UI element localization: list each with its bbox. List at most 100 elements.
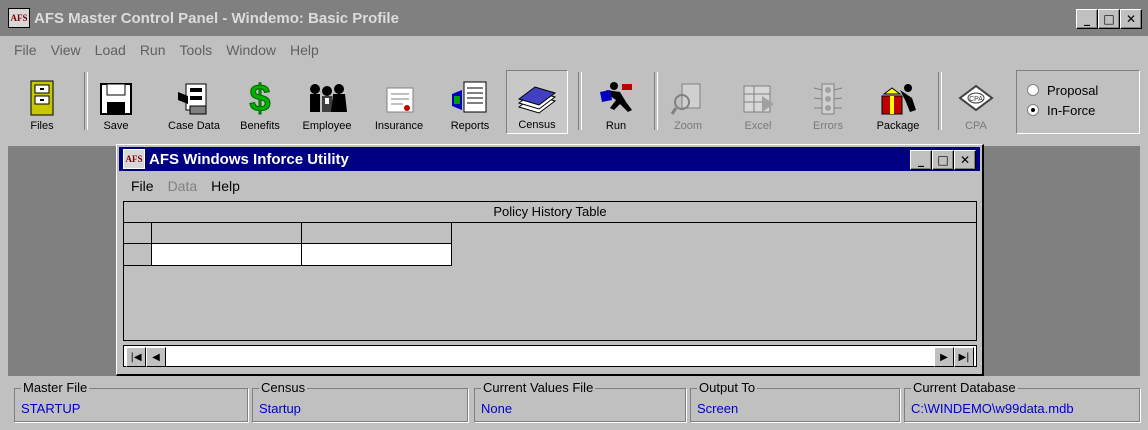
- grid-column-header[interactable]: [302, 223, 452, 244]
- benefits-button[interactable]: $ Benefits: [232, 70, 288, 134]
- package-label: Package: [876, 120, 920, 132]
- child-window-controls: _ □ ✕: [910, 150, 976, 170]
- menu-file[interactable]: File: [14, 42, 37, 58]
- svg-text:$: $: [249, 78, 270, 116]
- afs-logo-icon: AFS: [8, 8, 30, 28]
- excel-button[interactable]: Excel: [728, 70, 788, 134]
- toolbar-separator: [84, 72, 88, 130]
- save-button[interactable]: Save: [92, 70, 140, 134]
- excel-spreadsheet-icon: [743, 85, 774, 113]
- current-database-value: C:\WINDEMO\w99data.mdb: [911, 401, 1074, 416]
- files-label: Files: [30, 120, 54, 132]
- maximize-icon[interactable]: □: [1098, 9, 1120, 29]
- cpa-button[interactable]: CPA CPA: [946, 70, 1006, 134]
- output-to-field: Output To Screen: [690, 380, 900, 422]
- menu-view[interactable]: View: [51, 42, 81, 58]
- menu-window[interactable]: Window: [226, 42, 276, 58]
- child-menu-data[interactable]: Data: [168, 178, 198, 194]
- status-bar: Master File STARTUP Census Startup Curre…: [0, 378, 1148, 430]
- cpa-label: CPA: [965, 120, 987, 132]
- census-field: Census Startup: [252, 380, 468, 422]
- previous-record-icon[interactable]: ◀: [146, 347, 166, 367]
- menu-load[interactable]: Load: [95, 42, 126, 58]
- child-title-bar: AFS AFS Windows Inforce Utility _ □ ✕: [119, 147, 980, 171]
- files-cabinet-icon: [30, 80, 54, 116]
- case-data-label: Case Data: [168, 120, 220, 132]
- first-record-icon[interactable]: |◀: [126, 347, 146, 367]
- window-controls: _ □ ✕: [1076, 9, 1142, 29]
- insurance-label: Insurance: [374, 120, 424, 132]
- menu-tools[interactable]: Tools: [180, 42, 213, 58]
- in-force-radio[interactable]: In-Force: [1027, 100, 1139, 120]
- save-label: Save: [103, 120, 129, 132]
- proposal-label: Proposal: [1047, 82, 1099, 98]
- run-label: Run: [605, 120, 627, 132]
- reports-icon: [452, 81, 487, 113]
- close-icon[interactable]: ✕: [954, 150, 976, 170]
- package-button[interactable]: Package: [866, 70, 930, 134]
- case-data-button[interactable]: Case Data: [154, 70, 234, 134]
- child-menu-bar: File Data Help: [131, 178, 254, 194]
- grid-row-header[interactable]: [124, 244, 152, 266]
- zoom-label: Zoom: [673, 120, 703, 132]
- minimize-icon[interactable]: _: [1076, 9, 1098, 29]
- output-to-label: Output To: [697, 380, 758, 395]
- errors-signal-icon: [813, 83, 843, 115]
- run-button[interactable]: Run: [588, 70, 644, 134]
- child-window-title: AFS Windows Inforce Utility: [149, 150, 349, 168]
- reports-label: Reports: [450, 120, 490, 132]
- save-disk-icon: [100, 83, 132, 115]
- next-record-icon[interactable]: ▶: [934, 347, 954, 367]
- reports-button[interactable]: Reports: [442, 70, 498, 134]
- minimize-icon[interactable]: _: [910, 150, 932, 170]
- grid-title: Policy History Table: [124, 202, 976, 223]
- master-file-value: STARTUP: [21, 401, 81, 416]
- insurance-button[interactable]: Insurance: [366, 70, 432, 134]
- in-force-label: In-Force: [1047, 102, 1096, 118]
- current-values-label: Current Values File: [481, 380, 596, 395]
- current-database-label: Current Database: [911, 380, 1018, 395]
- excel-label: Excel: [744, 120, 772, 132]
- close-icon[interactable]: ✕: [1120, 9, 1142, 29]
- errors-button[interactable]: Errors: [800, 70, 856, 134]
- grid-row-header[interactable]: [124, 223, 152, 244]
- run-runner-icon: [600, 82, 632, 112]
- svg-text:CPA: CPA: [969, 96, 983, 103]
- maximize-icon[interactable]: □: [932, 150, 954, 170]
- output-to-value: Screen: [697, 401, 739, 416]
- menu-run[interactable]: Run: [140, 42, 166, 58]
- employees-people-icon: [310, 84, 347, 112]
- window-title: AFS Master Control Panel - Windemo: Basi…: [34, 9, 399, 27]
- census-status-label: Census: [259, 380, 308, 395]
- inforce-utility-window: AFS AFS Windows Inforce Utility _ □ ✕ Fi…: [116, 144, 984, 376]
- toolbar-separator: [578, 72, 582, 130]
- in-force-radio-selected-icon: [1027, 104, 1039, 116]
- toolbar-separator: [654, 72, 658, 130]
- afs-logo-icon: AFS: [123, 149, 145, 169]
- master-file-label: Master File: [21, 380, 90, 395]
- mode-radio-group: Proposal In-Force: [1016, 70, 1140, 134]
- employee-button[interactable]: Employee: [292, 70, 362, 134]
- toolbar-separator: [938, 72, 942, 130]
- current-values-value: None: [481, 401, 513, 416]
- census-button[interactable]: Census: [506, 70, 568, 134]
- grid-cell[interactable]: [152, 244, 302, 266]
- insurance-certificate-icon: [386, 87, 414, 113]
- files-button[interactable]: Files: [18, 70, 66, 134]
- policy-history-grid: Policy History Table: [123, 201, 977, 341]
- zoom-button[interactable]: Zoom: [660, 70, 716, 134]
- proposal-radio[interactable]: Proposal: [1027, 80, 1139, 100]
- current-database-field: Current Database C:\WINDEMO\w99data.mdb: [904, 380, 1140, 422]
- menu-help[interactable]: Help: [290, 42, 319, 58]
- grid-column-header[interactable]: [152, 223, 302, 244]
- last-record-icon[interactable]: ▶|: [954, 347, 974, 367]
- child-menu-help[interactable]: Help: [211, 178, 240, 194]
- zoom-magnifier-icon: [670, 83, 701, 115]
- grid-cell[interactable]: [302, 244, 452, 266]
- case-data-icon: [178, 83, 207, 115]
- main-menu-bar: File View Load Run Tools Window Help: [14, 42, 333, 58]
- package-gift-icon: [881, 84, 916, 115]
- grid-horizontal-scrollbar[interactable]: |◀ ◀ ▶ ▶|: [123, 345, 977, 367]
- current-values-field: Current Values File None: [474, 380, 686, 422]
- child-menu-file[interactable]: File: [131, 178, 154, 194]
